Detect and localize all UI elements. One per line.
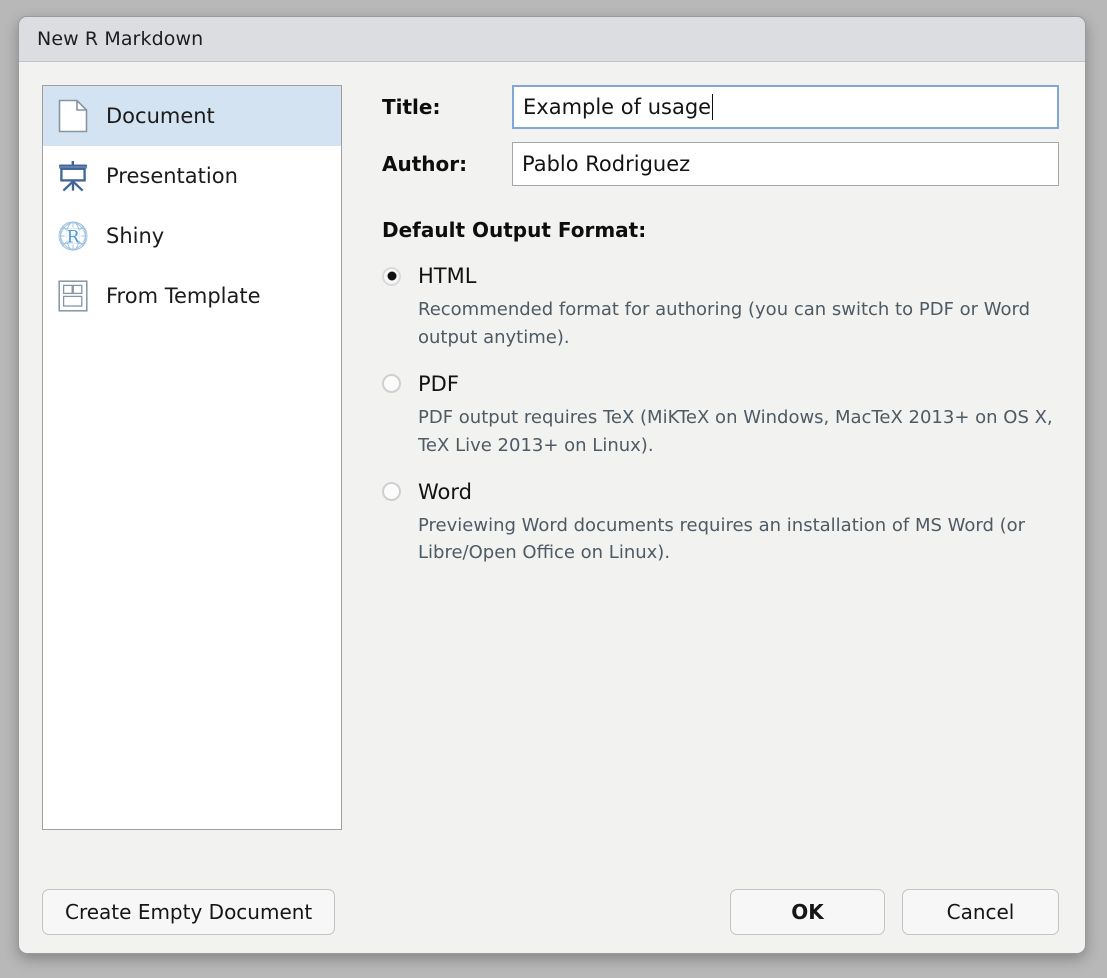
format-head-pdf[interactable]: PDF — [382, 372, 1059, 396]
dialog-titlebar: New R Markdown — [19, 17, 1085, 62]
title-input-value: Example of usage — [523, 95, 711, 119]
template-layout-icon — [56, 279, 90, 313]
format-option-pdf[interactable]: PDF PDF output requires TeX (MiKTeX on W… — [382, 372, 1059, 460]
dialog-footer: Create Empty Document OK Cancel — [42, 889, 1059, 935]
format-label-html: HTML — [418, 264, 476, 288]
sidebar-item-document[interactable]: Document — [43, 86, 341, 146]
sidebar-item-shiny[interactable]: R Shiny — [43, 206, 341, 266]
title-field-row: Title: Example of usage — [382, 85, 1059, 129]
format-option-word[interactable]: Word Previewing Word documents requires … — [382, 480, 1059, 568]
dialog-content-row: Document Presentat — [42, 85, 1059, 830]
sidebar-item-from-template[interactable]: From Template — [43, 266, 341, 326]
sidebar-item-label: Shiny — [106, 224, 164, 248]
template-type-list[interactable]: Document Presentat — [42, 85, 342, 830]
format-head-html[interactable]: HTML — [382, 264, 1059, 288]
author-label: Author: — [382, 152, 512, 176]
format-option-html[interactable]: HTML Recommended format for authoring (y… — [382, 264, 1059, 352]
radio-html[interactable] — [382, 267, 401, 286]
ok-button[interactable]: OK — [730, 889, 885, 935]
default-output-format-label: Default Output Format: — [382, 218, 1059, 242]
text-caret — [712, 94, 713, 120]
cancel-button[interactable]: Cancel — [902, 889, 1059, 935]
radio-pdf[interactable] — [382, 374, 401, 393]
author-field-row: Author: Pablo Rodriguez — [382, 142, 1059, 186]
format-label-pdf: PDF — [418, 372, 459, 396]
create-empty-document-button[interactable]: Create Empty Document — [42, 889, 335, 935]
title-input[interactable]: Example of usage — [512, 85, 1059, 129]
author-input-value: Pablo Rodriguez — [522, 152, 690, 176]
format-description-word: Previewing Word documents requires an in… — [418, 512, 1058, 568]
sidebar-item-label: From Template — [106, 284, 261, 308]
dialog-title: New R Markdown — [37, 28, 203, 50]
presentation-screen-icon — [56, 159, 90, 193]
new-r-markdown-dialog: New R Markdown Document — [18, 16, 1086, 954]
author-input[interactable]: Pablo Rodriguez — [512, 142, 1059, 186]
sidebar-item-label: Presentation — [106, 164, 238, 188]
format-label-word: Word — [418, 480, 472, 504]
format-description-html: Recommended format for authoring (you ca… — [418, 296, 1058, 352]
shiny-globe-r-icon: R — [56, 219, 90, 253]
sidebar-item-label: Document — [106, 104, 215, 128]
sidebar-item-presentation[interactable]: Presentation — [43, 146, 341, 206]
settings-pane: Title: Example of usage Author: Pablo Ro… — [342, 85, 1059, 830]
title-label: Title: — [382, 95, 512, 119]
dialog-body: Document Presentat — [19, 62, 1085, 953]
format-head-word[interactable]: Word — [382, 480, 1059, 504]
svg-text:R: R — [67, 227, 81, 247]
format-description-pdf: PDF output requires TeX (MiKTeX on Windo… — [418, 404, 1058, 460]
document-page-icon — [56, 99, 90, 133]
radio-word[interactable] — [382, 482, 401, 501]
